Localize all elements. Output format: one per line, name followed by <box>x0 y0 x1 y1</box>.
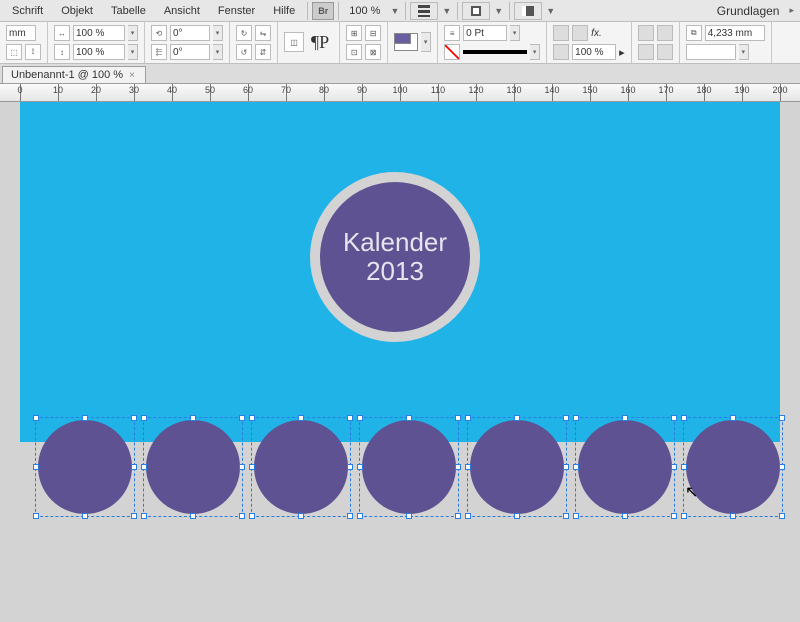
document-tab[interactable]: Unbenannt-1 @ 100 % × <box>2 66 146 83</box>
stepper-icon[interactable]: ▾ <box>128 44 138 60</box>
scale-x-icon: ↔ <box>54 25 70 41</box>
text-wrap-icon[interactable] <box>657 44 673 60</box>
zoom-level[interactable]: 100 % <box>343 5 386 17</box>
chevron-down-icon[interactable]: ▸ <box>787 5 796 16</box>
stepper-icon[interactable]: ▾ <box>213 44 223 60</box>
rotate-cw-icon[interactable]: ↻ <box>236 25 252 41</box>
unit-field[interactable]: mm <box>6 25 36 41</box>
chevron-down-icon[interactable]: ▼ <box>544 6 557 16</box>
stroke-weight-icon: ≡ <box>444 25 460 41</box>
separator <box>405 2 406 20</box>
tab-title: Unbenannt-1 @ 100 % <box>11 69 123 81</box>
menu-fenster[interactable]: Fenster <box>210 2 263 20</box>
separator <box>509 2 510 20</box>
rotate-icon: ⟲ <box>151 25 167 41</box>
chevron-down-icon[interactable]: ▾ <box>421 32 431 52</box>
opacity-field[interactable]: 100 % <box>572 44 616 60</box>
stepper-icon[interactable]: ▾ <box>530 44 540 60</box>
shear-icon: ⬱ <box>151 44 167 60</box>
close-icon[interactable]: × <box>129 70 135 81</box>
wrap-icon[interactable] <box>572 25 588 41</box>
rotate-ccw-icon[interactable]: ↺ <box>236 44 252 60</box>
none-icon[interactable] <box>444 44 460 60</box>
stepper-icon[interactable]: ▾ <box>213 25 223 41</box>
chevron-down-icon[interactable]: ▼ <box>492 6 505 16</box>
menubar: Schrift Objekt Tabelle Ansicht Fenster H… <box>0 0 800 22</box>
opacity-icon <box>553 44 569 60</box>
title-ring[interactable]: Kalender 2013 <box>310 172 480 342</box>
menu-ansicht[interactable]: Ansicht <box>156 2 208 20</box>
canvas[interactable]: Kalender 2013 ↖ <box>0 102 800 622</box>
title-line-2: 2013 <box>366 257 424 286</box>
stepper-icon[interactable]: ▾ <box>128 25 138 41</box>
scale-y-field[interactable]: 100 % <box>73 44 125 60</box>
bridge-icon[interactable]: Br <box>312 2 334 20</box>
align-icon[interactable]: ⊞ <box>346 25 362 41</box>
effects-icon[interactable] <box>553 25 569 41</box>
text-wrap-icon[interactable] <box>657 25 673 41</box>
separator <box>307 2 308 20</box>
align-icon[interactable]: ⊠ <box>365 44 381 60</box>
selected-circle[interactable] <box>686 420 780 514</box>
chevron-right-icon[interactable]: ▸ <box>619 46 625 59</box>
text-wrap-icon[interactable] <box>638 44 654 60</box>
rotate-field[interactable]: 0° <box>170 25 210 41</box>
title-line-1: Kalender <box>343 228 447 257</box>
chevron-down-icon[interactable]: ▼ <box>388 6 401 16</box>
crop-icon[interactable]: ⧉ <box>686 25 702 41</box>
align-icon[interactable]: ⊡ <box>346 44 362 60</box>
link-icon[interactable]: ⬚ <box>6 44 22 60</box>
scale-y-icon: ↕ <box>54 44 70 60</box>
menu-objekt[interactable]: Objekt <box>53 2 101 20</box>
stroke-weight-field[interactable]: 0 Pt <box>463 25 507 41</box>
selected-circle[interactable] <box>38 420 132 514</box>
selected-circle[interactable] <box>254 420 348 514</box>
text-wrap-icon[interactable] <box>638 25 654 41</box>
selected-circle[interactable] <box>578 420 672 514</box>
menu-tabelle[interactable]: Tabelle <box>103 2 154 20</box>
stepper-icon[interactable]: ▾ <box>510 25 520 41</box>
cursor-icon: ↖ <box>685 482 698 502</box>
constrain-icon[interactable]: ⟟ <box>25 44 41 60</box>
separator <box>338 2 339 20</box>
scale-x-field[interactable]: 100 % <box>73 25 125 41</box>
shear-field[interactable]: 0° <box>170 44 210 60</box>
control-panel: mm ⬚ ⟟ ↔ 100 %▾ ↕ 100 %▾ ⟲ 0°▾ ⬱ 0°▾ ↻ ⇋ <box>0 22 800 64</box>
view-options-button[interactable] <box>410 2 438 20</box>
chevron-down-icon[interactable]: ▼ <box>440 6 453 16</box>
title-circle: Kalender 2013 <box>320 182 470 332</box>
flip-v-icon[interactable]: ⇵ <box>255 44 271 60</box>
fx-label[interactable]: fx. <box>591 28 602 39</box>
dimension-field[interactable]: 4,233 mm <box>705 25 765 41</box>
distribute-icon[interactable]: ⊟ <box>365 25 381 41</box>
menu-schrift[interactable]: Schrift <box>4 2 51 20</box>
workspace-switcher[interactable]: Grundlagen <box>711 4 786 18</box>
separator <box>457 2 458 20</box>
flip-h-icon[interactable]: ⇋ <box>255 25 271 41</box>
selected-circle[interactable] <box>362 420 456 514</box>
selected-circles-row <box>38 420 780 514</box>
selected-circle[interactable] <box>470 420 564 514</box>
menu-hilfe[interactable]: Hilfe <box>265 2 303 20</box>
fill-stroke-swatch[interactable] <box>394 33 418 51</box>
document-tabs: Unbenannt-1 @ 100 % × <box>0 64 800 84</box>
screen-mode-button[interactable] <box>462 2 490 20</box>
selected-circle[interactable] <box>146 420 240 514</box>
corner-options[interactable] <box>686 44 736 60</box>
select-container-icon[interactable]: ◫ <box>284 32 304 52</box>
paragraph-icon[interactable]: ¶P <box>307 32 333 53</box>
stroke-style[interactable] <box>463 50 527 54</box>
ruler-horizontal[interactable]: 0102030405060708090100110120130140150160… <box>0 84 800 102</box>
chevron-down-icon[interactable]: ▾ <box>739 44 749 60</box>
arrange-button[interactable] <box>514 2 542 20</box>
